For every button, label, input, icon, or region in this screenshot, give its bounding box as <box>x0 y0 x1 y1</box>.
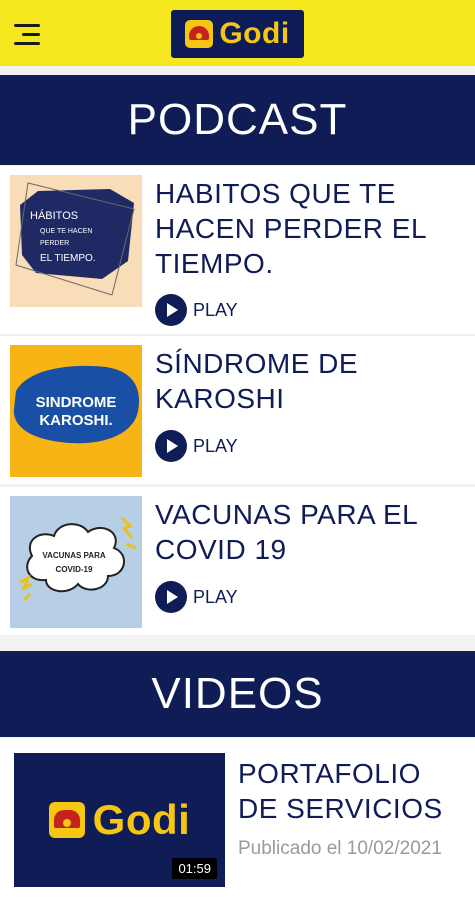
video-thumbnail[interactable]: Godi 01:59 <box>14 753 225 887</box>
podcast-item[interactable]: SINDROME KAROSHI. SÍNDROME DE KAROSHI PL… <box>0 336 475 484</box>
top-bar: Godi <box>0 0 475 66</box>
video-duration: 01:59 <box>172 858 217 879</box>
podcast-thumbnail-art: SINDROME KAROSHI. <box>13 365 139 444</box>
logo-text: Godi <box>219 17 290 50</box>
hamburger-icon[interactable] <box>14 24 40 46</box>
play-label: PLAY <box>193 435 238 456</box>
video-item[interactable]: Godi 01:59 PORTAFOLIO DE SERVICIOS Publi… <box>0 738 475 900</box>
video-thumbnail-logo-text: Godi <box>92 796 191 843</box>
thumb-line: EL TIEMPO. <box>40 253 96 264</box>
podcast-section-header: PODCAST <box>0 75 475 165</box>
thumb-line: COVID-19 <box>56 565 93 574</box>
thumb-line: KAROSHI. <box>39 412 112 429</box>
logo[interactable]: Godi <box>171 10 304 58</box>
podcast-thumbnail-art: HÁBITOS QUE TE HACEN PERDER EL TIEMPO. <box>15 182 135 296</box>
videos-section-header: VIDEOS <box>0 651 475 737</box>
podcast-title[interactable]: VACUNAS PARA EL COVID 19 <box>155 497 465 567</box>
thumb-line: PERDER <box>40 240 69 247</box>
podcast-thumbnail[interactable]: VACUNAS PARA COVID-19 <box>10 496 142 628</box>
play-icon <box>155 294 187 326</box>
thumb-line: VACUNAS PARA <box>42 551 105 560</box>
podcast-thumbnail[interactable]: SINDROME KAROSHI. <box>10 345 142 477</box>
podcast-title[interactable]: HABITOS QUE TE HACEN PERDER EL TIEMPO. <box>155 176 465 281</box>
podcast-item[interactable]: HÁBITOS QUE TE HACEN PERDER EL TIEMPO. H… <box>0 166 475 334</box>
play-button[interactable]: PLAY <box>155 581 255 613</box>
thumb-line: HÁBITOS <box>30 209 78 222</box>
logo-icon <box>185 20 214 48</box>
podcast-section-title: PODCAST <box>127 95 348 144</box>
thumb-line: QUE TE HACEN <box>40 228 92 235</box>
play-button[interactable]: PLAY <box>155 294 255 326</box>
play-label: PLAY <box>193 586 238 607</box>
podcast-thumbnail[interactable]: HÁBITOS QUE TE HACEN PERDER EL TIEMPO. <box>10 175 142 307</box>
podcast-item[interactable]: VACUNAS PARA COVID-19 VACUNAS PARA EL CO… <box>0 487 475 635</box>
logo-icon <box>48 802 85 838</box>
play-icon <box>155 581 187 613</box>
video-title[interactable]: PORTAFOLIO DE SERVICIOS <box>238 756 468 826</box>
thumb-line: SINDROME <box>36 394 117 411</box>
videos-section-title: VIDEOS <box>151 669 324 718</box>
play-button[interactable]: PLAY <box>155 430 255 462</box>
play-icon <box>155 430 187 462</box>
video-published-date: Publicado el 10/02/2021 <box>238 838 442 859</box>
podcast-title[interactable]: SÍNDROME DE KAROSHI <box>155 346 465 416</box>
play-label: PLAY <box>193 299 238 320</box>
podcast-thumbnail-art: VACUNAS PARA COVID-19 <box>19 516 137 602</box>
